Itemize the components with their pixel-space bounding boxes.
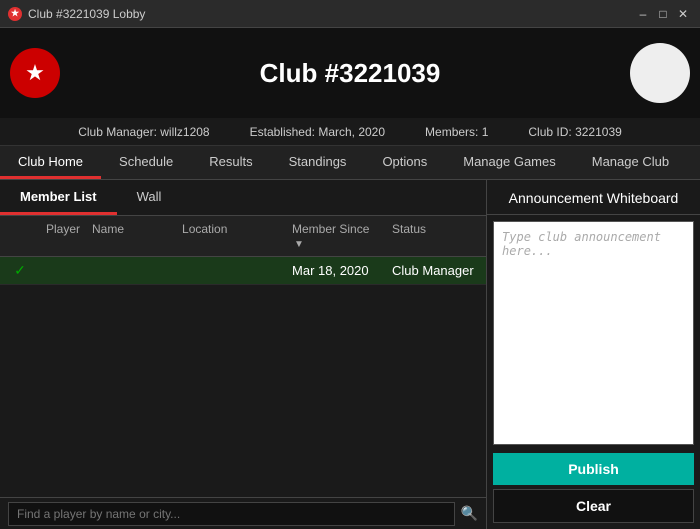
- header-title: Club #3221039: [260, 58, 441, 89]
- tab-results[interactable]: Results: [191, 146, 270, 179]
- row-checkmark: ✓: [0, 262, 40, 279]
- main-content: Member List Wall Player Name Location: [0, 180, 700, 529]
- clear-button[interactable]: Clear: [493, 489, 694, 523]
- app-icon: ★: [8, 7, 22, 21]
- title-bar: ★ Club #3221039 Lobby – □ ✕: [0, 0, 700, 28]
- col-header-name: Name: [86, 222, 176, 250]
- tab-schedule[interactable]: Schedule: [101, 146, 191, 179]
- row-status: Club Manager: [386, 263, 486, 278]
- publish-button[interactable]: Publish: [493, 453, 694, 485]
- whiteboard-title: Announcement Whiteboard: [487, 180, 700, 215]
- avatar: [630, 43, 690, 103]
- subtab-member-list[interactable]: Member List: [0, 180, 117, 215]
- tab-manage-games[interactable]: Manage Games: [445, 146, 574, 179]
- tab-standings[interactable]: Standings: [271, 146, 365, 179]
- close-button[interactable]: ✕: [674, 5, 692, 23]
- info-bar: Club Manager: willz1208 Established: Mar…: [0, 118, 700, 146]
- manager-info: Club Manager: willz1208: [78, 125, 209, 139]
- members-info: Members: 1: [425, 125, 488, 139]
- title-bar-controls: – □ ✕: [634, 5, 692, 23]
- sub-tabs: Member List Wall: [0, 180, 486, 216]
- header-logo: ★: [10, 48, 60, 98]
- col-header-check: [0, 222, 40, 250]
- tab-club-home[interactable]: Club Home: [0, 146, 101, 179]
- title-bar-left: ★ Club #3221039 Lobby: [8, 7, 145, 21]
- tab-options[interactable]: Options: [364, 146, 445, 179]
- tab-manage-club[interactable]: Manage Club: [574, 146, 687, 179]
- club-id-info: Club ID: 3221039: [528, 125, 621, 139]
- row-since: Mar 18, 2020: [286, 263, 386, 278]
- col-header-player: Player: [40, 222, 86, 250]
- left-panel: Member List Wall Player Name Location: [0, 180, 487, 529]
- table-row[interactable]: ✓ Mar 18, 2020 Club Manager: [0, 257, 486, 285]
- member-table: Player Name Location Member Since ▼ Stat…: [0, 216, 486, 497]
- col-header-status: Status: [386, 222, 486, 250]
- maximize-button[interactable]: □: [654, 5, 672, 23]
- subtab-wall[interactable]: Wall: [117, 180, 182, 215]
- right-panel: Announcement Whiteboard Publish Clear: [487, 180, 700, 529]
- search-input[interactable]: [8, 502, 455, 526]
- table-header: Player Name Location Member Since ▼ Stat…: [0, 216, 486, 257]
- sort-arrow-icon: ▼: [294, 239, 304, 250]
- col-header-location: Location: [176, 222, 286, 250]
- established-info: Established: March, 2020: [250, 125, 385, 139]
- search-bar: 🔍: [0, 497, 486, 529]
- announcement-textarea[interactable]: [493, 221, 694, 445]
- title-bar-text: Club #3221039 Lobby: [28, 7, 145, 21]
- minimize-button[interactable]: –: [634, 5, 652, 23]
- nav-tabs: Club Home Schedule Results Standings Opt…: [0, 146, 700, 180]
- search-icon: 🔍: [461, 505, 478, 522]
- col-header-since[interactable]: Member Since ▼: [286, 222, 386, 250]
- header: ★ Club #3221039: [0, 28, 700, 118]
